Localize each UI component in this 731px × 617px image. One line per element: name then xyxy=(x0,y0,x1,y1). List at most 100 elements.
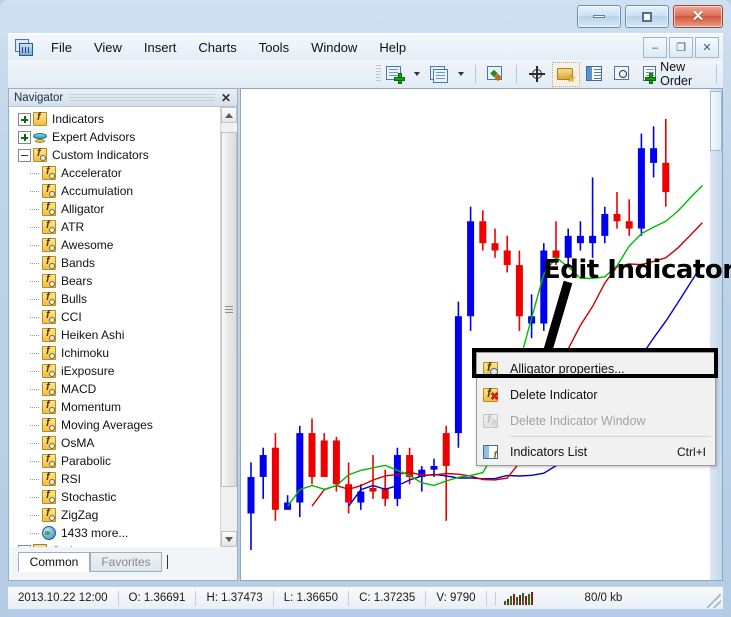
menu-insert[interactable]: Insert xyxy=(133,36,188,59)
fx-sub-icon xyxy=(33,147,47,162)
tree-item-label: Bears xyxy=(61,274,93,288)
tree-item-awesome[interactable]: Awesome xyxy=(10,236,221,254)
tree-item-zigzag[interactable]: ZigZag xyxy=(10,506,221,524)
profiles-dropdown-icon[interactable] xyxy=(458,72,465,76)
toolbar-separator-1 xyxy=(475,65,477,83)
tree-item-rsi[interactable]: RSI xyxy=(10,470,221,488)
candle-body xyxy=(271,447,279,510)
signal-bar xyxy=(512,593,515,605)
tree-item-iexposure[interactable]: iExposure xyxy=(10,362,221,380)
menu-view[interactable]: View xyxy=(83,36,133,59)
tree-item-osma[interactable]: OsMA xyxy=(10,434,221,452)
context-menu-separator xyxy=(509,436,711,437)
tree-item-parabolic[interactable]: Parabolic xyxy=(10,452,221,470)
chart-area[interactable] xyxy=(240,88,723,581)
candle-body xyxy=(589,235,597,244)
tree-connector xyxy=(30,437,42,450)
fx-sub-icon xyxy=(42,435,56,450)
tree-item-label: CCI xyxy=(61,310,82,324)
menu-help[interactable]: Help xyxy=(368,36,417,59)
toolbar-grip[interactable] xyxy=(376,65,382,83)
expand-icon[interactable] xyxy=(18,112,31,126)
new-chart-dropdown-icon[interactable] xyxy=(414,72,421,76)
objects-button[interactable]: ★ xyxy=(551,61,580,87)
tree-item-custom-indicators[interactable]: Custom Indicators xyxy=(10,146,221,164)
chart-scrollbar[interactable] xyxy=(710,89,722,580)
signal-bar xyxy=(530,591,533,605)
tree-item-label: Expert Advisors xyxy=(52,130,136,144)
tree-item-heiken-ashi[interactable]: Heiken Ashi xyxy=(10,326,221,344)
crosshair-button[interactable] xyxy=(524,63,550,85)
expand-icon[interactable] xyxy=(18,544,31,547)
magnifier-icon xyxy=(613,65,633,84)
tree-item-bands[interactable]: Bands xyxy=(10,254,221,272)
tree-item-indicators[interactable]: Indicators xyxy=(10,110,221,128)
status-low: L: 1.36650 xyxy=(274,590,350,606)
tree-connector xyxy=(30,401,42,414)
navigator-drag-dots[interactable] xyxy=(69,93,215,102)
tree-item-stochastic[interactable]: Stochastic xyxy=(10,488,221,506)
signal-bars-icon[interactable] xyxy=(494,591,533,605)
tree-connector xyxy=(30,167,42,180)
menu-charts[interactable]: Charts xyxy=(187,36,247,59)
tree-item-expert-advisors[interactable]: Expert Advisors xyxy=(10,128,221,146)
close-button[interactable]: ✕ xyxy=(673,5,723,28)
tab-common[interactable]: Common xyxy=(18,552,90,572)
menu-tools[interactable]: Tools xyxy=(248,36,300,59)
candle-body xyxy=(454,316,462,434)
tree-item-moving-averages[interactable]: Moving Averages xyxy=(10,416,221,434)
scroll-up-button[interactable] xyxy=(221,107,237,123)
mdi-close-button[interactable]: ✕ xyxy=(695,37,719,58)
tree-item-accumulation[interactable]: Accumulation xyxy=(10,182,221,200)
scroll-down-button[interactable] xyxy=(221,531,237,547)
menu-item-indicators-list[interactable]: Indicators List Ctrl+I xyxy=(477,439,715,465)
status-high: H: 1.37473 xyxy=(196,590,274,606)
tree-item-1433-more[interactable]: 1433 more... xyxy=(10,524,221,542)
mdi-restore-button[interactable]: ❐ xyxy=(669,37,693,58)
toolbar-separator-3 xyxy=(716,65,717,83)
fx-sub-icon xyxy=(42,399,56,414)
tree-item-bulls[interactable]: Bulls xyxy=(10,290,221,308)
tree-connector xyxy=(30,257,42,270)
menu-window[interactable]: Window xyxy=(300,36,368,59)
highlight-box xyxy=(472,348,718,378)
profiles-button[interactable] xyxy=(426,63,452,86)
navigator-close-icon[interactable]: ✕ xyxy=(221,91,237,105)
signal-bar xyxy=(518,594,521,605)
favorites-folder-icon: ★ xyxy=(556,65,576,84)
tree-item-accelerator[interactable]: Accelerator xyxy=(10,164,221,182)
signal-bar xyxy=(515,596,518,605)
restore-button[interactable] xyxy=(625,5,669,28)
expand-icon[interactable] xyxy=(18,130,31,144)
data-window-button[interactable] xyxy=(610,63,636,86)
terminal-button[interactable] xyxy=(582,63,608,86)
tree-item-atr[interactable]: ATR xyxy=(10,218,221,236)
tree-item-label: ATR xyxy=(61,220,85,234)
navigator-tree: Indicators Expert Advisors Custom Indicato… xyxy=(10,107,221,547)
new-order-button[interactable]: New Order xyxy=(638,58,709,90)
tree-item-momentum[interactable]: Momentum xyxy=(10,398,221,416)
menu-item-delete-indicator[interactable]: ✖ Delete Indicator xyxy=(477,382,715,408)
new-chart-button[interactable] xyxy=(382,63,408,86)
menu-item-shortcut: Ctrl+I xyxy=(676,445,706,459)
tree-item-macd[interactable]: MACD xyxy=(10,380,221,398)
menu-file[interactable]: File xyxy=(40,36,83,59)
tree-item-cci[interactable]: CCI xyxy=(10,308,221,326)
fx-delete-window-icon: ✖ xyxy=(483,412,499,429)
chart-scrollbar-thumb[interactable] xyxy=(710,91,722,151)
fx-sub-icon xyxy=(42,471,56,486)
mdi-minimize-button[interactable]: – xyxy=(643,37,667,58)
tree-connector xyxy=(30,311,42,324)
tree-item-ichimoku[interactable]: Ichimoku xyxy=(10,344,221,362)
tab-favorites[interactable]: Favorites xyxy=(90,552,162,572)
resize-grip[interactable] xyxy=(707,594,721,608)
minimize-button[interactable] xyxy=(577,5,621,28)
scrollbar-thumb[interactable] xyxy=(221,132,237,487)
tree-item-scripts[interactable]: Scripts xyxy=(10,542,221,547)
tree-item-alligator[interactable]: Alligator xyxy=(10,200,221,218)
indicators-button[interactable]: ◆ ◆ xyxy=(483,63,509,86)
collapse-icon[interactable] xyxy=(18,148,31,162)
navigator-scrollbar[interactable] xyxy=(220,107,237,547)
tree-connector xyxy=(30,473,42,486)
tree-item-bears[interactable]: Bears xyxy=(10,272,221,290)
